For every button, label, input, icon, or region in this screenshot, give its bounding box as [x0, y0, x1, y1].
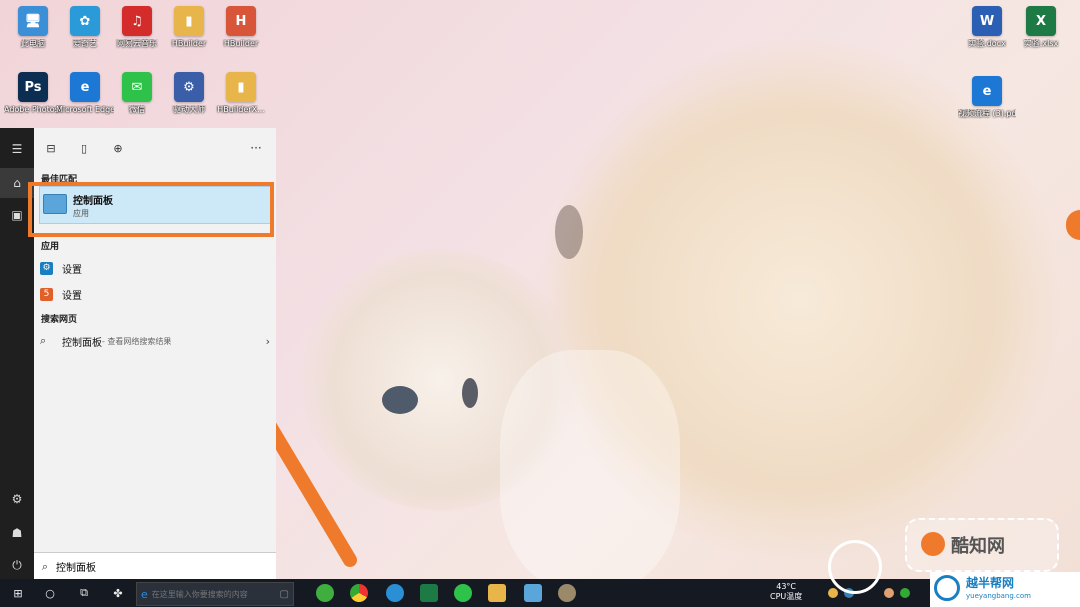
- cpu-temperature-label: CPU温度: [770, 592, 803, 601]
- tray-icon[interactable]: [900, 588, 910, 598]
- taskbar: ⊞ ○ ⧉ ✤ e ▢ 43°C CPU温度: [0, 579, 1080, 607]
- taskbar-search-input[interactable]: [147, 589, 280, 599]
- web-header: 搜索网页: [41, 315, 78, 325]
- watermark-logo: [828, 540, 882, 594]
- app-result-settings[interactable]: ⚙ 设置: [40, 258, 270, 278]
- apps-icon[interactable]: ⊟: [43, 140, 59, 156]
- taskbar-search[interactable]: e ▢: [136, 582, 294, 606]
- app-result-label: 设置: [62, 264, 82, 276]
- watermark-brand-icon: [921, 532, 945, 556]
- start-search-box[interactable]: ⌕: [34, 552, 276, 580]
- cpu-temperature-value: 43°C: [776, 582, 797, 591]
- tray-icon[interactable]: [828, 588, 838, 598]
- menu-icon[interactable]: ☰: [0, 134, 34, 164]
- web-result-suffix: - 查看网络搜索结果: [102, 336, 172, 346]
- fan-icon[interactable]: ✤: [108, 583, 128, 603]
- web-search-result[interactable]: ⌕ 控制面板 - 查看网络搜索结果 ›: [40, 331, 270, 351]
- search-icon: ⌕: [41, 559, 49, 573]
- gear-icon: ⚙: [40, 261, 53, 275]
- apps-header: 应用: [41, 242, 60, 252]
- annotation-highlight-box: [28, 182, 274, 237]
- wechat-icon[interactable]: [454, 584, 472, 602]
- watermark-site-icon: [934, 575, 960, 601]
- start-search-input[interactable]: [56, 561, 236, 572]
- watermark-brand: 酷知网: [951, 536, 1005, 557]
- folder-icon[interactable]: [488, 584, 506, 602]
- tray-icon[interactable]: [884, 588, 894, 598]
- app-task-icon[interactable]: [558, 584, 576, 602]
- watermark-site: yueyangbang.com: [966, 592, 1031, 600]
- edge-icon: e: [141, 587, 148, 601]
- 360-browser-icon[interactable]: [316, 584, 334, 602]
- watermark-brand-box: 酷知网: [905, 518, 1059, 572]
- task-view-icon[interactable]: ⧉: [74, 583, 94, 603]
- excel-icon[interactable]: [420, 584, 438, 602]
- cortana-icon[interactable]: ○: [40, 583, 60, 603]
- windows-start-icon[interactable]: ⊞: [8, 583, 28, 603]
- search-filter-bar: ⊟ ▯ ⊕ ···: [34, 128, 276, 168]
- chrome-icon[interactable]: [350, 584, 368, 602]
- app-icon: 5: [40, 287, 53, 301]
- sogou-icon[interactable]: [386, 584, 404, 602]
- cpu-temp: 43°C CPU温度: [770, 582, 802, 602]
- app-result-settings-2[interactable]: 5 设置: [40, 284, 270, 304]
- chevron-right-icon[interactable]: ›: [266, 335, 270, 348]
- user-icon[interactable]: ☗: [0, 518, 34, 548]
- settings-gear-icon[interactable]: ⚙: [0, 484, 34, 514]
- more-icon[interactable]: ···: [248, 140, 264, 156]
- camera-icon[interactable]: ▢: [280, 589, 289, 600]
- web-result-label: 控制面板: [62, 337, 102, 349]
- control-panel-task-icon[interactable]: [524, 584, 542, 602]
- app-result-label: 设置: [62, 290, 82, 302]
- watermark-slogan: 越半帮网: [966, 576, 1015, 590]
- watermark-site-box: 越半帮网 yueyangbang.com: [930, 572, 1080, 607]
- power-icon[interactable]: ⏻: [0, 550, 34, 580]
- search-icon: ⌕: [40, 334, 47, 347]
- document-icon[interactable]: ▯: [76, 140, 92, 156]
- globe-icon[interactable]: ⊕: [110, 140, 126, 156]
